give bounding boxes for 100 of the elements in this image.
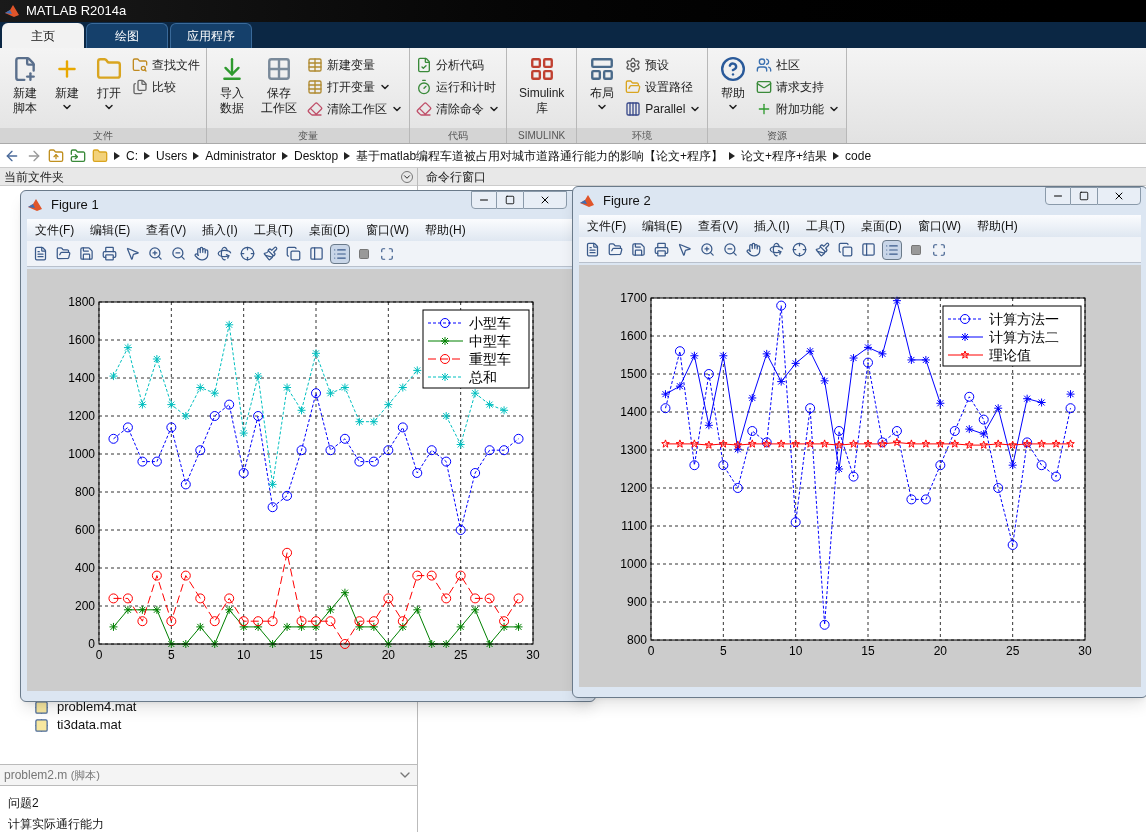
- axis-tick-label: 1400: [620, 405, 647, 419]
- axis-tick-label: 0: [88, 637, 95, 651]
- menu-item[interactable]: 工具(T): [253, 221, 293, 239]
- window-title: Figure 1: [51, 196, 100, 215]
- ribbon-button[interactable]: 设置路径: [625, 76, 702, 98]
- axis-tick-label: 15: [309, 648, 323, 662]
- ribbon-button[interactable]: 比较: [132, 76, 200, 98]
- ribbon-button[interactable]: 新建: [48, 52, 86, 113]
- axis-tick-label: 900: [626, 595, 647, 609]
- axis-tick-label: 30: [1078, 644, 1092, 658]
- ribbon-button[interactable]: 分析代码: [416, 54, 500, 76]
- menu-item[interactable]: 文件(F): [35, 221, 75, 239]
- ribbon-button[interactable]: 清除工作区: [307, 98, 403, 120]
- axis-tick-label: 20: [933, 644, 947, 658]
- axis-tick-label: 15: [861, 644, 875, 658]
- axis-tick-label: 1600: [68, 333, 95, 347]
- ribbon-button[interactable]: 导入 数据: [213, 52, 251, 116]
- details-title: problem2.m (脚本): [4, 767, 102, 784]
- axis-tick-label: 10: [237, 648, 251, 662]
- file-list-item[interactable]: ti3data.mat: [34, 716, 417, 734]
- menu-item[interactable]: 窗口(W): [365, 221, 409, 239]
- axis-tick-label: 25: [454, 648, 468, 662]
- legend-label: 中型车: [469, 333, 511, 349]
- ribbon-button[interactable]: 新建 脚本: [6, 52, 44, 116]
- ribbon-group-label: 变量: [207, 128, 409, 143]
- breadcrumb-item[interactable]: code: [845, 146, 872, 165]
- axis-tick-label: 1500: [620, 367, 647, 381]
- details-text: 计算实际通行能力: [8, 816, 105, 832]
- ribbon-group-label: 资源: [708, 128, 847, 143]
- menu-item[interactable]: 插入(I): [202, 221, 238, 239]
- axis-tick-label: 1000: [68, 447, 95, 461]
- details-text: 问题2: [8, 795, 40, 812]
- menu-item[interactable]: 帮助(H): [425, 221, 466, 239]
- ribbon-group-label: 代码: [410, 128, 506, 143]
- menu-item[interactable]: 窗口(W): [917, 217, 961, 235]
- breadcrumb-item[interactable]: Users: [156, 146, 188, 165]
- axis-tick-label: 20: [381, 648, 395, 662]
- axis-tick-label: 400: [74, 561, 95, 575]
- ribbon-button[interactable]: 预设: [625, 54, 702, 76]
- ribbon-button[interactable]: 附加功能: [756, 98, 841, 120]
- ribbon-button[interactable]: 运行和计时: [416, 76, 500, 98]
- ribbon-group-label: 环境: [577, 128, 708, 143]
- axis-tick-label: 0: [647, 644, 655, 658]
- menu-item[interactable]: 文件(F): [587, 217, 627, 235]
- ribbon-button[interactable]: 请求支持: [756, 76, 841, 98]
- ribbon-tab[interactable]: 绘图: [86, 23, 168, 48]
- legend-label: 重型车: [469, 351, 511, 367]
- axis-tick-label: 1200: [620, 481, 647, 495]
- ribbon-button[interactable]: 社区: [756, 54, 841, 76]
- ribbon-button[interactable]: 帮助: [714, 52, 753, 113]
- menu-item[interactable]: 编辑(E): [642, 217, 683, 235]
- menu-item[interactable]: 工具(T): [805, 217, 845, 235]
- ribbon-button[interactable]: 清除命令: [416, 98, 500, 120]
- axis-tick-label: 1300: [620, 443, 647, 457]
- ribbon-tab[interactable]: 主页: [2, 23, 84, 48]
- axis-tick-label: 1400: [68, 371, 95, 385]
- axis-tick-label: 800: [626, 633, 647, 647]
- axis-tick-label: 30: [526, 648, 540, 662]
- breadcrumb-item[interactable]: C:: [126, 146, 138, 165]
- axis-tick-label: 0: [95, 648, 103, 662]
- ribbon-button[interactable]: 查找文件: [132, 54, 200, 76]
- breadcrumb-item[interactable]: Administrator: [205, 146, 277, 165]
- breadcrumb-item[interactable]: Desktop: [294, 146, 339, 165]
- axis-tick-label: 5: [168, 648, 175, 662]
- axis-tick-label: 1700: [620, 291, 647, 305]
- ribbon-button[interactable]: 新建变量: [307, 54, 403, 76]
- axis-tick-label: 600: [74, 523, 95, 537]
- legend-label: 计算方法一: [989, 311, 1059, 327]
- ribbon-button[interactable]: 布局: [583, 52, 622, 113]
- axis-tick-label: 25: [1006, 644, 1020, 658]
- breadcrumb-item[interactable]: 基于matlab编程车道被占用对城市道路通行能力的影响【论文+程序】: [356, 146, 724, 165]
- menu-item[interactable]: 编辑(E): [90, 221, 131, 239]
- legend-label: 小型车: [469, 315, 511, 331]
- axis-tick-label: 10: [789, 644, 803, 658]
- menu-item[interactable]: 查看(V): [146, 221, 187, 239]
- menu-item[interactable]: 帮助(H): [977, 217, 1018, 235]
- menu-item[interactable]: 插入(I): [754, 217, 790, 235]
- ribbon-button[interactable]: Parallel: [625, 98, 702, 120]
- axis-tick-label: 1000: [620, 557, 647, 571]
- panel-title: 命令行窗口: [426, 168, 486, 186]
- ribbon-button[interactable]: 保存 工作区: [255, 52, 303, 116]
- ribbon-button[interactable]: 打开变量: [307, 76, 403, 98]
- axis-tick-label: 1200: [68, 409, 95, 423]
- axis-tick-label: 5: [720, 644, 727, 658]
- legend-label: 计算方法二: [989, 329, 1059, 345]
- menu-item[interactable]: 桌面(D): [309, 221, 350, 239]
- axis-tick-label: 1800: [68, 295, 95, 309]
- menu-item[interactable]: 桌面(D): [861, 217, 902, 235]
- breadcrumb-item[interactable]: 论文+程序+结果: [741, 146, 828, 165]
- ribbon-tab[interactable]: 应用程序: [170, 23, 252, 48]
- ribbon-group-label: 文件: [0, 128, 206, 143]
- axis-tick-label: 800: [74, 485, 95, 499]
- legend-label: 总和: [469, 369, 497, 385]
- menu-item[interactable]: 查看(V): [698, 217, 739, 235]
- panel-title: 当前文件夹: [4, 168, 65, 186]
- window-title: MATLAB R2014a: [26, 2, 127, 21]
- axis-tick-label: 200: [74, 599, 95, 613]
- axis-tick-label: 1100: [621, 519, 647, 533]
- ribbon-button[interactable]: Simulink 库: [513, 52, 571, 116]
- ribbon-button[interactable]: 打开: [90, 52, 128, 113]
